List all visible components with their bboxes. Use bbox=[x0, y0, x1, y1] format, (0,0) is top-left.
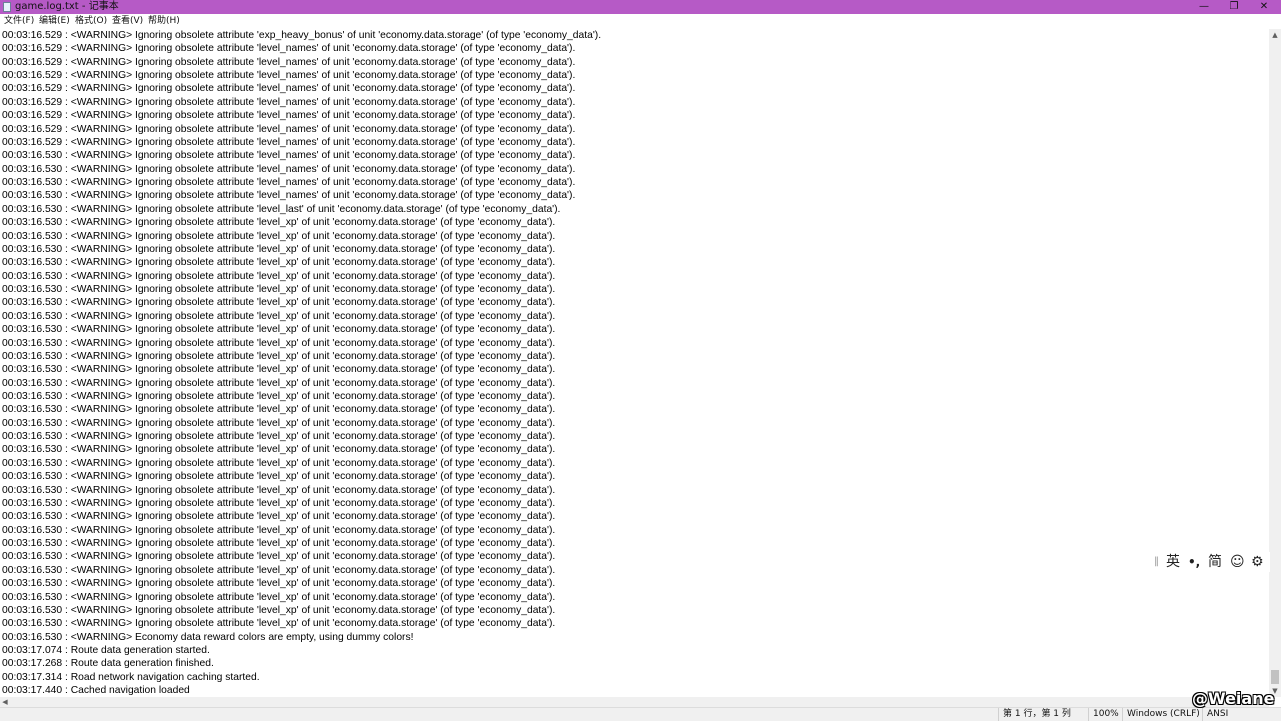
log-line: 00:03:16.530 : <WARNING> Ignoring obsole… bbox=[2, 364, 556, 376]
title-bar: game.log.txt - 记事本 — ❐ ✕ bbox=[0, 0, 1281, 14]
log-line: 00:03:16.529 : <WARNING> Ignoring obsole… bbox=[2, 96, 576, 108]
log-line: 00:03:16.530 : <WARNING> Ignoring obsole… bbox=[2, 390, 556, 402]
log-line: 00:03:16.529 : <WARNING> Ignoring obsole… bbox=[2, 56, 576, 68]
log-line: 00:03:16.530 : <WARNING> Ignoring obsole… bbox=[2, 217, 556, 229]
maximize-button[interactable]: ❐ bbox=[1219, 0, 1249, 14]
log-line: 00:03:16.530 : <WARNING> Ignoring obsole… bbox=[2, 284, 556, 296]
log-line: 00:03:16.530 : <WARNING> Ignoring obsole… bbox=[2, 150, 576, 162]
log-line: 00:03:16.530 : <WARNING> Ignoring obsole… bbox=[2, 604, 556, 616]
log-line: 00:03:16.530 : <WARNING> Ignoring obsole… bbox=[2, 591, 556, 603]
log-line: 00:03:16.530 : <WARNING> Ignoring obsole… bbox=[2, 511, 556, 523]
log-line: 00:03:16.530 : <WARNING> Ignoring obsole… bbox=[2, 377, 556, 389]
horizontal-scrollbar[interactable]: ◀ ▶ bbox=[0, 697, 1269, 707]
emoji-icon[interactable]: ☺ bbox=[1230, 553, 1245, 571]
log-line: 00:03:16.530 : <WARNING> Ignoring obsole… bbox=[2, 524, 556, 536]
log-line: 00:03:16.529 : <WARNING> Ignoring obsole… bbox=[2, 123, 576, 135]
ime-punctuation-toggle[interactable]: •, bbox=[1188, 553, 1200, 571]
scroll-left-icon[interactable]: ◀ bbox=[0, 697, 10, 707]
text-editor[interactable]: 00:03:16.529 : <WARNING> Ignoring obsole… bbox=[0, 29, 1269, 697]
window-title: game.log.txt - 记事本 bbox=[15, 1, 119, 12]
log-line: 00:03:16.530 : <WARNING> Ignoring obsole… bbox=[2, 324, 556, 336]
log-line: 00:03:16.530 : <WARNING> Ignoring obsole… bbox=[2, 444, 556, 456]
log-line: 00:03:16.530 : <WARNING> Ignoring obsole… bbox=[2, 618, 556, 630]
log-line: 00:03:16.530 : <WARNING> Ignoring obsole… bbox=[2, 163, 576, 175]
notepad-icon bbox=[3, 2, 11, 12]
menu-view[interactable]: 查看(V) bbox=[112, 16, 143, 27]
menu-file[interactable]: 文件(F) bbox=[4, 16, 34, 27]
menu-format[interactable]: 格式(O) bbox=[75, 16, 107, 27]
log-line: 00:03:16.529 : <WARNING> Ignoring obsole… bbox=[2, 110, 576, 122]
log-line: 00:03:16.529 : <WARNING> Ignoring obsole… bbox=[2, 43, 576, 55]
log-line: 00:03:16.530 : <WARNING> Ignoring obsole… bbox=[2, 538, 556, 550]
encoding: ANSI bbox=[1202, 708, 1228, 721]
ime-toolbar: ‖ 英 •, 简 ☺ ⚙ bbox=[1150, 552, 1270, 572]
line-ending: Windows (CRLF) bbox=[1122, 708, 1200, 721]
log-line: 00:03:16.530 : <WARNING> Ignoring obsole… bbox=[2, 350, 556, 362]
log-line: 00:03:16.529 : <WARNING> Ignoring obsole… bbox=[2, 136, 576, 148]
gear-icon[interactable]: ⚙ bbox=[1251, 553, 1264, 571]
ime-simplified-toggle[interactable]: 简 bbox=[1208, 553, 1222, 571]
log-line: 00:03:16.529 : <WARNING> Ignoring obsole… bbox=[2, 30, 602, 41]
status-bar: 第 1 行，第 1 列 100% Windows (CRLF) ANSI bbox=[0, 707, 1281, 721]
log-line: 00:03:16.530 : <WARNING> Ignoring obsole… bbox=[2, 564, 556, 576]
log-line: 00:03:16.530 : <WARNING> Ignoring obsole… bbox=[2, 471, 556, 483]
log-line: 00:03:16.530 : <WARNING> Ignoring obsole… bbox=[2, 578, 556, 590]
log-line: 00:03:16.530 : <WARNING> Ignoring obsole… bbox=[2, 404, 556, 416]
log-line: 00:03:16.530 : <WARNING> Ignoring obsole… bbox=[2, 230, 556, 242]
vertical-scrollbar[interactable]: ▲ ▼ bbox=[1269, 29, 1281, 697]
log-line: 00:03:16.530 : <WARNING> Ignoring obsole… bbox=[2, 457, 556, 469]
log-line: 00:03:16.530 : <WARNING> Ignoring obsole… bbox=[2, 431, 556, 443]
ime-drag-handle[interactable]: ‖ bbox=[1154, 553, 1159, 571]
log-line: 00:03:16.530 : <WARNING> Ignoring obsole… bbox=[2, 484, 556, 496]
log-line: 00:03:16.530 : <WARNING> Ignoring obsole… bbox=[2, 190, 576, 202]
log-line: 00:03:16.530 : <WARNING> Ignoring obsole… bbox=[2, 337, 556, 349]
scroll-thumb[interactable] bbox=[1271, 670, 1279, 684]
log-line: 00:03:16.530 : <WARNING> Ignoring obsole… bbox=[2, 497, 556, 509]
minimize-button[interactable]: — bbox=[1189, 0, 1219, 14]
log-line: 00:03:16.530 : <WARNING> Ignoring obsole… bbox=[2, 203, 561, 215]
log-line: 00:03:16.530 : <WARNING> Economy data re… bbox=[2, 631, 414, 643]
log-line: 00:03:16.530 : <WARNING> Ignoring obsole… bbox=[2, 257, 556, 269]
log-line: 00:03:17.074 : Route data generation sta… bbox=[2, 645, 210, 657]
menu-edit[interactable]: 编辑(E) bbox=[39, 16, 70, 27]
log-line: 00:03:16.530 : <WARNING> Ignoring obsole… bbox=[2, 417, 556, 429]
close-button[interactable]: ✕ bbox=[1249, 0, 1279, 14]
log-line: 00:03:16.529 : <WARNING> Ignoring obsole… bbox=[2, 70, 576, 82]
cursor-position: 第 1 行，第 1 列 bbox=[998, 708, 1071, 721]
log-line: 00:03:16.530 : <WARNING> Ignoring obsole… bbox=[2, 310, 556, 322]
log-line: 00:03:16.530 : <WARNING> Ignoring obsole… bbox=[2, 297, 556, 309]
log-line: 00:03:16.530 : <WARNING> Ignoring obsole… bbox=[2, 243, 556, 255]
log-line: 00:03:17.440 : Cached navigation loaded bbox=[2, 685, 190, 697]
ime-language-toggle[interactable]: 英 bbox=[1166, 553, 1180, 571]
log-line: 00:03:16.529 : <WARNING> Ignoring obsole… bbox=[2, 83, 576, 95]
log-line: 00:03:16.530 : <WARNING> Ignoring obsole… bbox=[2, 270, 556, 282]
log-line: 00:03:16.530 : <WARNING> Ignoring obsole… bbox=[2, 177, 576, 189]
scroll-up-icon[interactable]: ▲ bbox=[1269, 29, 1281, 41]
menu-bar: 文件(F) 编辑(E) 格式(O) 查看(V) 帮助(H) bbox=[0, 14, 1281, 29]
menu-help[interactable]: 帮助(H) bbox=[148, 16, 180, 27]
watermark: @Weiane bbox=[1192, 689, 1275, 708]
log-line: 00:03:17.314 : Road network navigation c… bbox=[2, 671, 260, 683]
log-line: 00:03:17.268 : Route data generation fin… bbox=[2, 658, 214, 670]
log-line: 00:03:16.530 : <WARNING> Ignoring obsole… bbox=[2, 551, 556, 563]
zoom-level: 100% bbox=[1088, 708, 1119, 721]
